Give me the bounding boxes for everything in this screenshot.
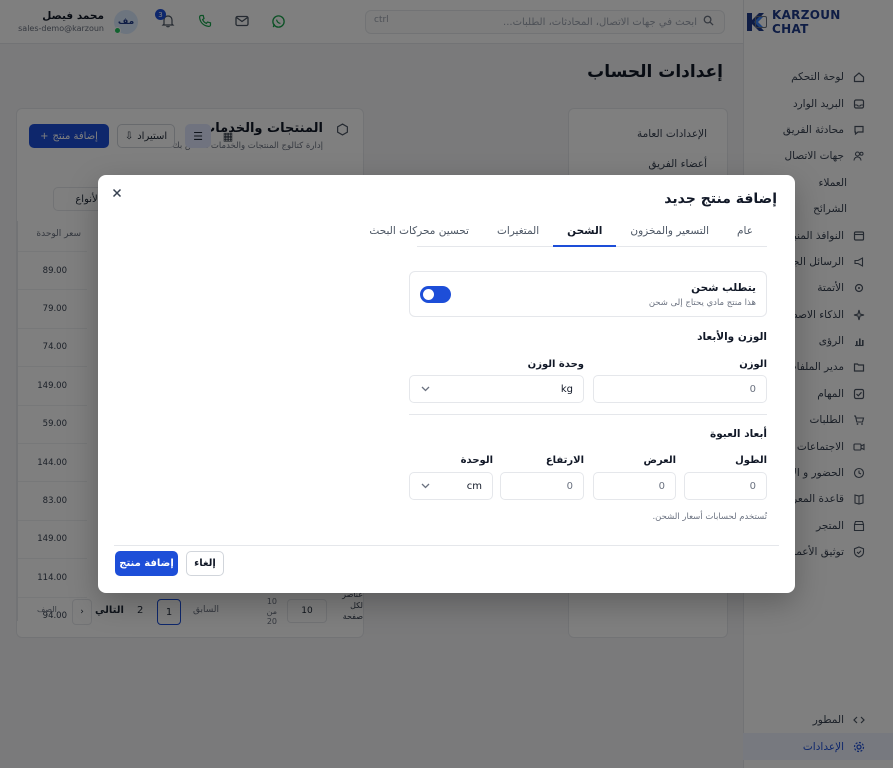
- weight-dimensions-title: الوزن والأبعاد: [697, 331, 767, 343]
- tab-shipping[interactable]: الشحن: [553, 225, 617, 247]
- dimension-unit-select[interactable]: cm: [409, 472, 493, 500]
- width-input[interactable]: 0: [593, 472, 676, 500]
- tab-variants[interactable]: المتغيرات: [483, 225, 553, 247]
- modal-title: إضافة منتج جديد: [664, 191, 777, 207]
- length-input[interactable]: 0: [684, 472, 767, 500]
- width-label: العرض: [643, 455, 677, 466]
- requires-shipping-title: يتطلب شحن: [691, 282, 756, 294]
- modal-tabs: عام التسعير والمخزون الشحن المتغيرات تحس…: [369, 225, 767, 247]
- requires-shipping-toggle[interactable]: [420, 286, 451, 303]
- close-icon[interactable]: [110, 186, 124, 200]
- chevron-down-icon: [420, 481, 430, 491]
- dimension-unit-label: الوحدة: [460, 455, 493, 466]
- tab-pricing-inventory[interactable]: التسعير والمخزون: [616, 225, 723, 247]
- chevron-down-icon: [420, 384, 430, 394]
- add-product-modal: إضافة منتج جديد عام التسعير والمخزون الش…: [98, 175, 795, 593]
- tab-general[interactable]: عام: [723, 225, 767, 247]
- height-label: الارتفاع: [545, 455, 584, 466]
- weight-unit-select[interactable]: kg: [409, 375, 584, 403]
- requires-shipping-box: يتطلب شحن هذا منتج مادي يحتاج إلى شحن: [409, 271, 767, 317]
- package-dimensions-title: أبعاد العبوة: [710, 428, 767, 440]
- shipping-hint: تُستخدم لحسابات أسعار الشحن.: [652, 512, 767, 522]
- length-label: الطول: [735, 455, 767, 466]
- tab-seo[interactable]: تحسين محركات البحث: [355, 225, 483, 247]
- weight-label: الوزن: [739, 359, 767, 370]
- modal-footer-divider: [114, 545, 779, 546]
- toggle-knob: [423, 289, 434, 300]
- weight-input[interactable]: 0: [593, 375, 767, 403]
- cancel-button[interactable]: إلغاء: [186, 551, 224, 576]
- section-divider: [409, 414, 767, 415]
- requires-shipping-description: هذا منتج مادي يحتاج إلى شحن: [648, 298, 756, 308]
- weight-unit-label: وحدة الوزن: [527, 359, 584, 370]
- height-input[interactable]: 0: [500, 472, 584, 500]
- add-product-submit-button[interactable]: إضافة منتج: [115, 551, 178, 576]
